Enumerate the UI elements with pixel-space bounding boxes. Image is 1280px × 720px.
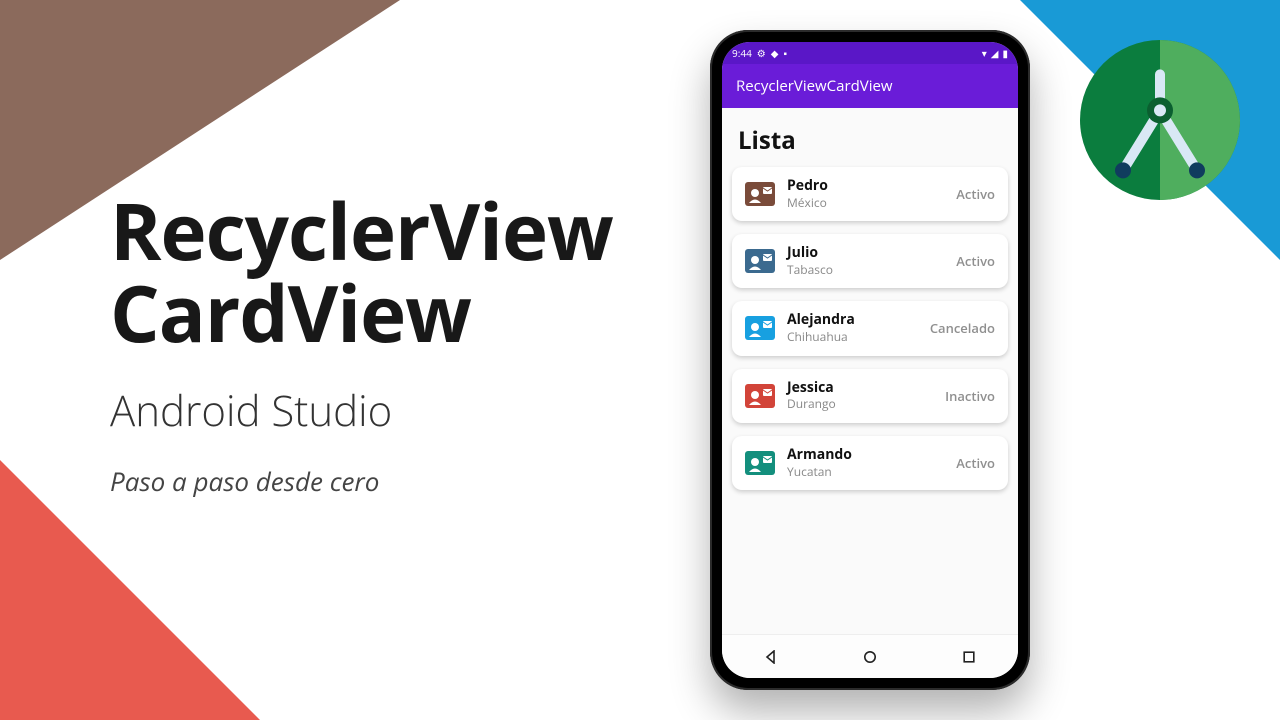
status-time: 9:44 <box>732 46 752 60</box>
app-bar: RecyclerViewCardView <box>722 64 1018 108</box>
list-item[interactable]: Pedro México Activo <box>732 167 1008 221</box>
list-item-status: Activo <box>956 252 995 270</box>
list-title: Lista <box>732 118 1008 167</box>
list-item-info: Armando Yucatan <box>787 447 944 479</box>
gear-icon: ⚙ <box>757 48 766 58</box>
decor-triangle-bottom-left <box>0 460 260 720</box>
list-item-info: Julio Tabasco <box>787 245 944 277</box>
wifi-icon: ▾ <box>982 48 987 58</box>
back-icon[interactable] <box>763 649 779 665</box>
list-item-location: Durango <box>787 397 933 411</box>
list-item-name: Alejandra <box>787 312 918 329</box>
list-item-status: Activo <box>956 185 995 203</box>
contact-card-icon <box>745 451 775 475</box>
list-item-location: Tabasco <box>787 263 944 277</box>
tagline: Paso a paso desde cero <box>110 463 613 499</box>
list-container: Lista Pedro México Activo Julio Tabasco … <box>722 108 1018 634</box>
android-nav-bar <box>722 634 1018 678</box>
list-item-name: Armando <box>787 447 944 464</box>
list-item-location: Yucatan <box>787 465 944 479</box>
contact-card-icon <box>745 182 775 206</box>
list-item[interactable]: Alejandra Chihuahua Cancelado <box>732 301 1008 355</box>
phone-frame: 9:44 ⚙ ◆ ▪ ▾ ◢ ▮ RecyclerViewCardView Li… <box>710 30 1030 690</box>
recents-icon[interactable] <box>961 649 977 665</box>
list-item-info: Jessica Durango <box>787 380 933 412</box>
title-line-2: CardView <box>110 272 613 354</box>
square-icon: ▪ <box>783 48 787 58</box>
list-item-info: Alejandra Chihuahua <box>787 312 918 344</box>
contact-card-icon <box>745 384 775 408</box>
subtitle: Android Studio <box>110 382 613 439</box>
list-item-name: Julio <box>787 245 944 262</box>
list-item[interactable]: Jessica Durango Inactivo <box>732 369 1008 423</box>
list-item-status: Activo <box>956 454 995 472</box>
battery-icon: ▮ <box>1002 48 1008 58</box>
list-item-location: Chihuahua <box>787 330 918 344</box>
home-icon[interactable] <box>862 649 878 665</box>
list-item-status: Inactivo <box>945 387 995 405</box>
android-studio-logo-icon <box>1080 40 1240 200</box>
status-bar: 9:44 ⚙ ◆ ▪ ▾ ◢ ▮ <box>722 42 1018 64</box>
shield-icon: ◆ <box>771 48 779 58</box>
list-item[interactable]: Armando Yucatan Activo <box>732 436 1008 490</box>
list-item-location: México <box>787 196 944 210</box>
signal-icon: ◢ <box>991 48 999 58</box>
app-bar-title: RecyclerViewCardView <box>736 76 893 96</box>
phone-screen: 9:44 ⚙ ◆ ▪ ▾ ◢ ▮ RecyclerViewCardView Li… <box>722 42 1018 678</box>
list-item-info: Pedro México <box>787 178 944 210</box>
list-item[interactable]: Julio Tabasco Activo <box>732 234 1008 288</box>
contact-card-icon <box>745 249 775 273</box>
list-item-name: Jessica <box>787 380 933 397</box>
headline-block: RecyclerView CardView Android Studio Pas… <box>110 190 613 499</box>
list-item-name: Pedro <box>787 178 944 195</box>
contact-card-icon <box>745 316 775 340</box>
list-item-status: Cancelado <box>930 319 995 337</box>
